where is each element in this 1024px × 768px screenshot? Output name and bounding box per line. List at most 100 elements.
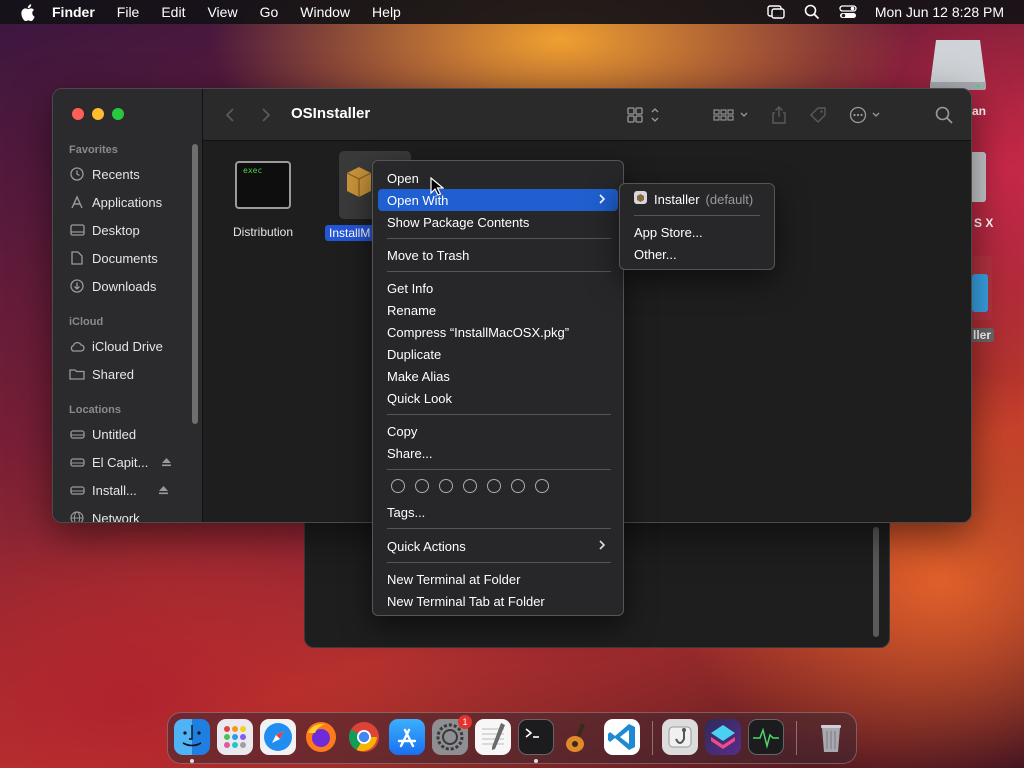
submenu-item-installer[interactable]: Installer (default) [625,188,769,210]
sidebar-item-label: Network [92,510,140,523]
icon-view-icon[interactable] [627,103,661,127]
sidebar-heading-icloud: iCloud [69,316,104,328]
tag-circle-icon[interactable] [535,479,549,493]
textedit-app-icon[interactable] [475,719,511,755]
control-center-icon[interactable] [839,4,857,20]
sidebar-item-desktop[interactable]: Desktop [69,219,140,241]
menu-item-label: Duplicate [387,346,442,362]
submenu-item-app-store[interactable]: App Store... [625,221,769,243]
shortcuts-app-icon[interactable] [705,719,741,755]
menu-item-label: New Terminal Tab at Folder [387,593,545,609]
sidebar-item-label: Untitled [92,426,137,442]
back-chevron-icon[interactable] [225,103,235,127]
garageband-app-icon[interactable] [561,719,597,755]
chrome-app-icon[interactable] [346,719,382,755]
sidebar-item-downloads[interactable]: Downloads [69,275,156,297]
menu-item-show-package-contents[interactable]: Show Package Contents [378,211,618,233]
menu-item-open[interactable]: Open [378,167,618,189]
sidebar-item-shared[interactable]: Shared [69,363,134,385]
menu-item-open-with[interactable]: Open With [378,189,618,211]
menubar-clock[interactable]: Mon Jun 12 8:28 PM [875,4,1004,20]
menu-item-quick-look[interactable]: Quick Look [378,387,618,409]
disk-utility-app-icon[interactable] [662,719,698,755]
menu-item-share[interactable]: Share... [378,442,618,464]
eject-icon[interactable] [158,483,169,498]
sidebar-scrollbar[interactable] [192,144,198,424]
system-settings-app-icon[interactable]: 1 [432,715,472,755]
tag-circle-icon[interactable] [511,479,525,493]
submenu-item-other[interactable]: Other... [625,243,769,265]
safari-app-icon[interactable] [260,719,296,755]
menu-finder[interactable]: Finder [52,4,95,20]
mouse-pointer-icon [430,176,445,202]
spotlight-search-icon[interactable] [803,4,821,20]
sidebar-item-documents[interactable]: Documents [69,247,158,269]
menu-window[interactable]: Window [300,4,350,20]
activity-monitor-app-icon[interactable] [748,719,784,755]
app-store-app-icon[interactable] [389,719,425,755]
minimize-button[interactable] [92,108,104,120]
firefox-app-icon[interactable] [303,719,339,755]
sidebar-item-label: Recents [92,166,140,182]
sidebar-item-network[interactable]: Network [69,507,140,523]
context-menu: Open Open With Show Package Contents Mov… [372,160,624,616]
desktop-installer-label: ller [970,328,995,342]
menu-item-quick-actions[interactable]: Quick Actions [378,535,618,557]
sidebar-item-icloud-drive[interactable]: iCloud Drive [69,335,163,357]
sidebar-item-label: iCloud Drive [92,338,163,354]
forward-chevron-icon[interactable] [261,103,271,127]
desktop-drive-icon[interactable] [928,36,988,95]
menu-view[interactable]: View [207,4,237,20]
menu-item-compress[interactable]: Compress “InstallMacOSX.pkg” [378,321,618,343]
sidebar-item-untitled[interactable]: Untitled [69,423,136,445]
tag-circle-icon[interactable] [487,479,501,493]
sidebar-item-label: Applications [92,194,163,210]
tag-circle-icon[interactable] [439,479,453,493]
menu-item-duplicate[interactable]: Duplicate [378,343,618,365]
sidebar-item-recents[interactable]: Recents [69,163,140,185]
desktop-disk-image-label: S X [974,216,994,230]
clock-icon [69,166,85,182]
eject-icon[interactable] [161,455,172,470]
trash-app-icon[interactable] [813,719,849,755]
file-distribution[interactable]: exec Distribution [233,161,293,239]
group-by-icon[interactable] [713,103,751,127]
sidebar-heading-locations: Locations [69,404,121,416]
screen-mirroring-icon[interactable] [767,4,785,20]
share-icon[interactable] [771,103,787,127]
menu-item-make-alias[interactable]: Make Alias [378,365,618,387]
executable-icon: exec [235,161,292,209]
close-button[interactable] [72,108,84,120]
menu-file[interactable]: File [117,4,140,20]
finder-app-icon[interactable] [174,719,210,755]
zoom-button[interactable] [112,108,124,120]
menu-item-label: Share... [387,445,433,461]
tag-circle-icon[interactable] [415,479,429,493]
menu-edit[interactable]: Edit [161,4,185,20]
menu-item-get-info[interactable]: Get Info [378,277,618,299]
menu-item-new-terminal-tab[interactable]: New Terminal Tab at Folder [378,590,618,612]
menu-item-copy[interactable]: Copy [378,420,618,442]
menu-help[interactable]: Help [372,4,401,20]
terminal-app-icon[interactable] [518,719,554,755]
menu-item-tags[interactable]: Tags... [378,501,618,523]
menu-item-new-terminal[interactable]: New Terminal at Folder [378,568,618,590]
sidebar-item-install[interactable]: Install... [69,479,169,501]
sidebar-item-label: El Capit... [92,454,149,470]
menu-go[interactable]: Go [260,4,279,20]
sidebar-item-applications[interactable]: Applications [69,191,162,213]
more-actions-icon[interactable] [849,103,885,127]
launchpad-app-icon[interactable] [217,719,253,755]
chevron-right-icon [598,193,606,208]
tag-circle-icon[interactable] [463,479,477,493]
menu-item-move-to-trash[interactable]: Move to Trash [378,244,618,266]
tag-circle-icon[interactable] [391,479,405,493]
menu-item-label: Installer [654,191,700,207]
apple-menu-icon[interactable] [16,1,38,23]
sidebar-item-el-capitan[interactable]: El Capit... [69,451,172,473]
search-icon[interactable] [935,103,953,127]
menu-item-rename[interactable]: Rename [378,299,618,321]
background-window-scrollbar[interactable] [873,527,879,637]
vscode-app-icon[interactable] [604,719,640,755]
tag-icon[interactable] [809,103,827,127]
